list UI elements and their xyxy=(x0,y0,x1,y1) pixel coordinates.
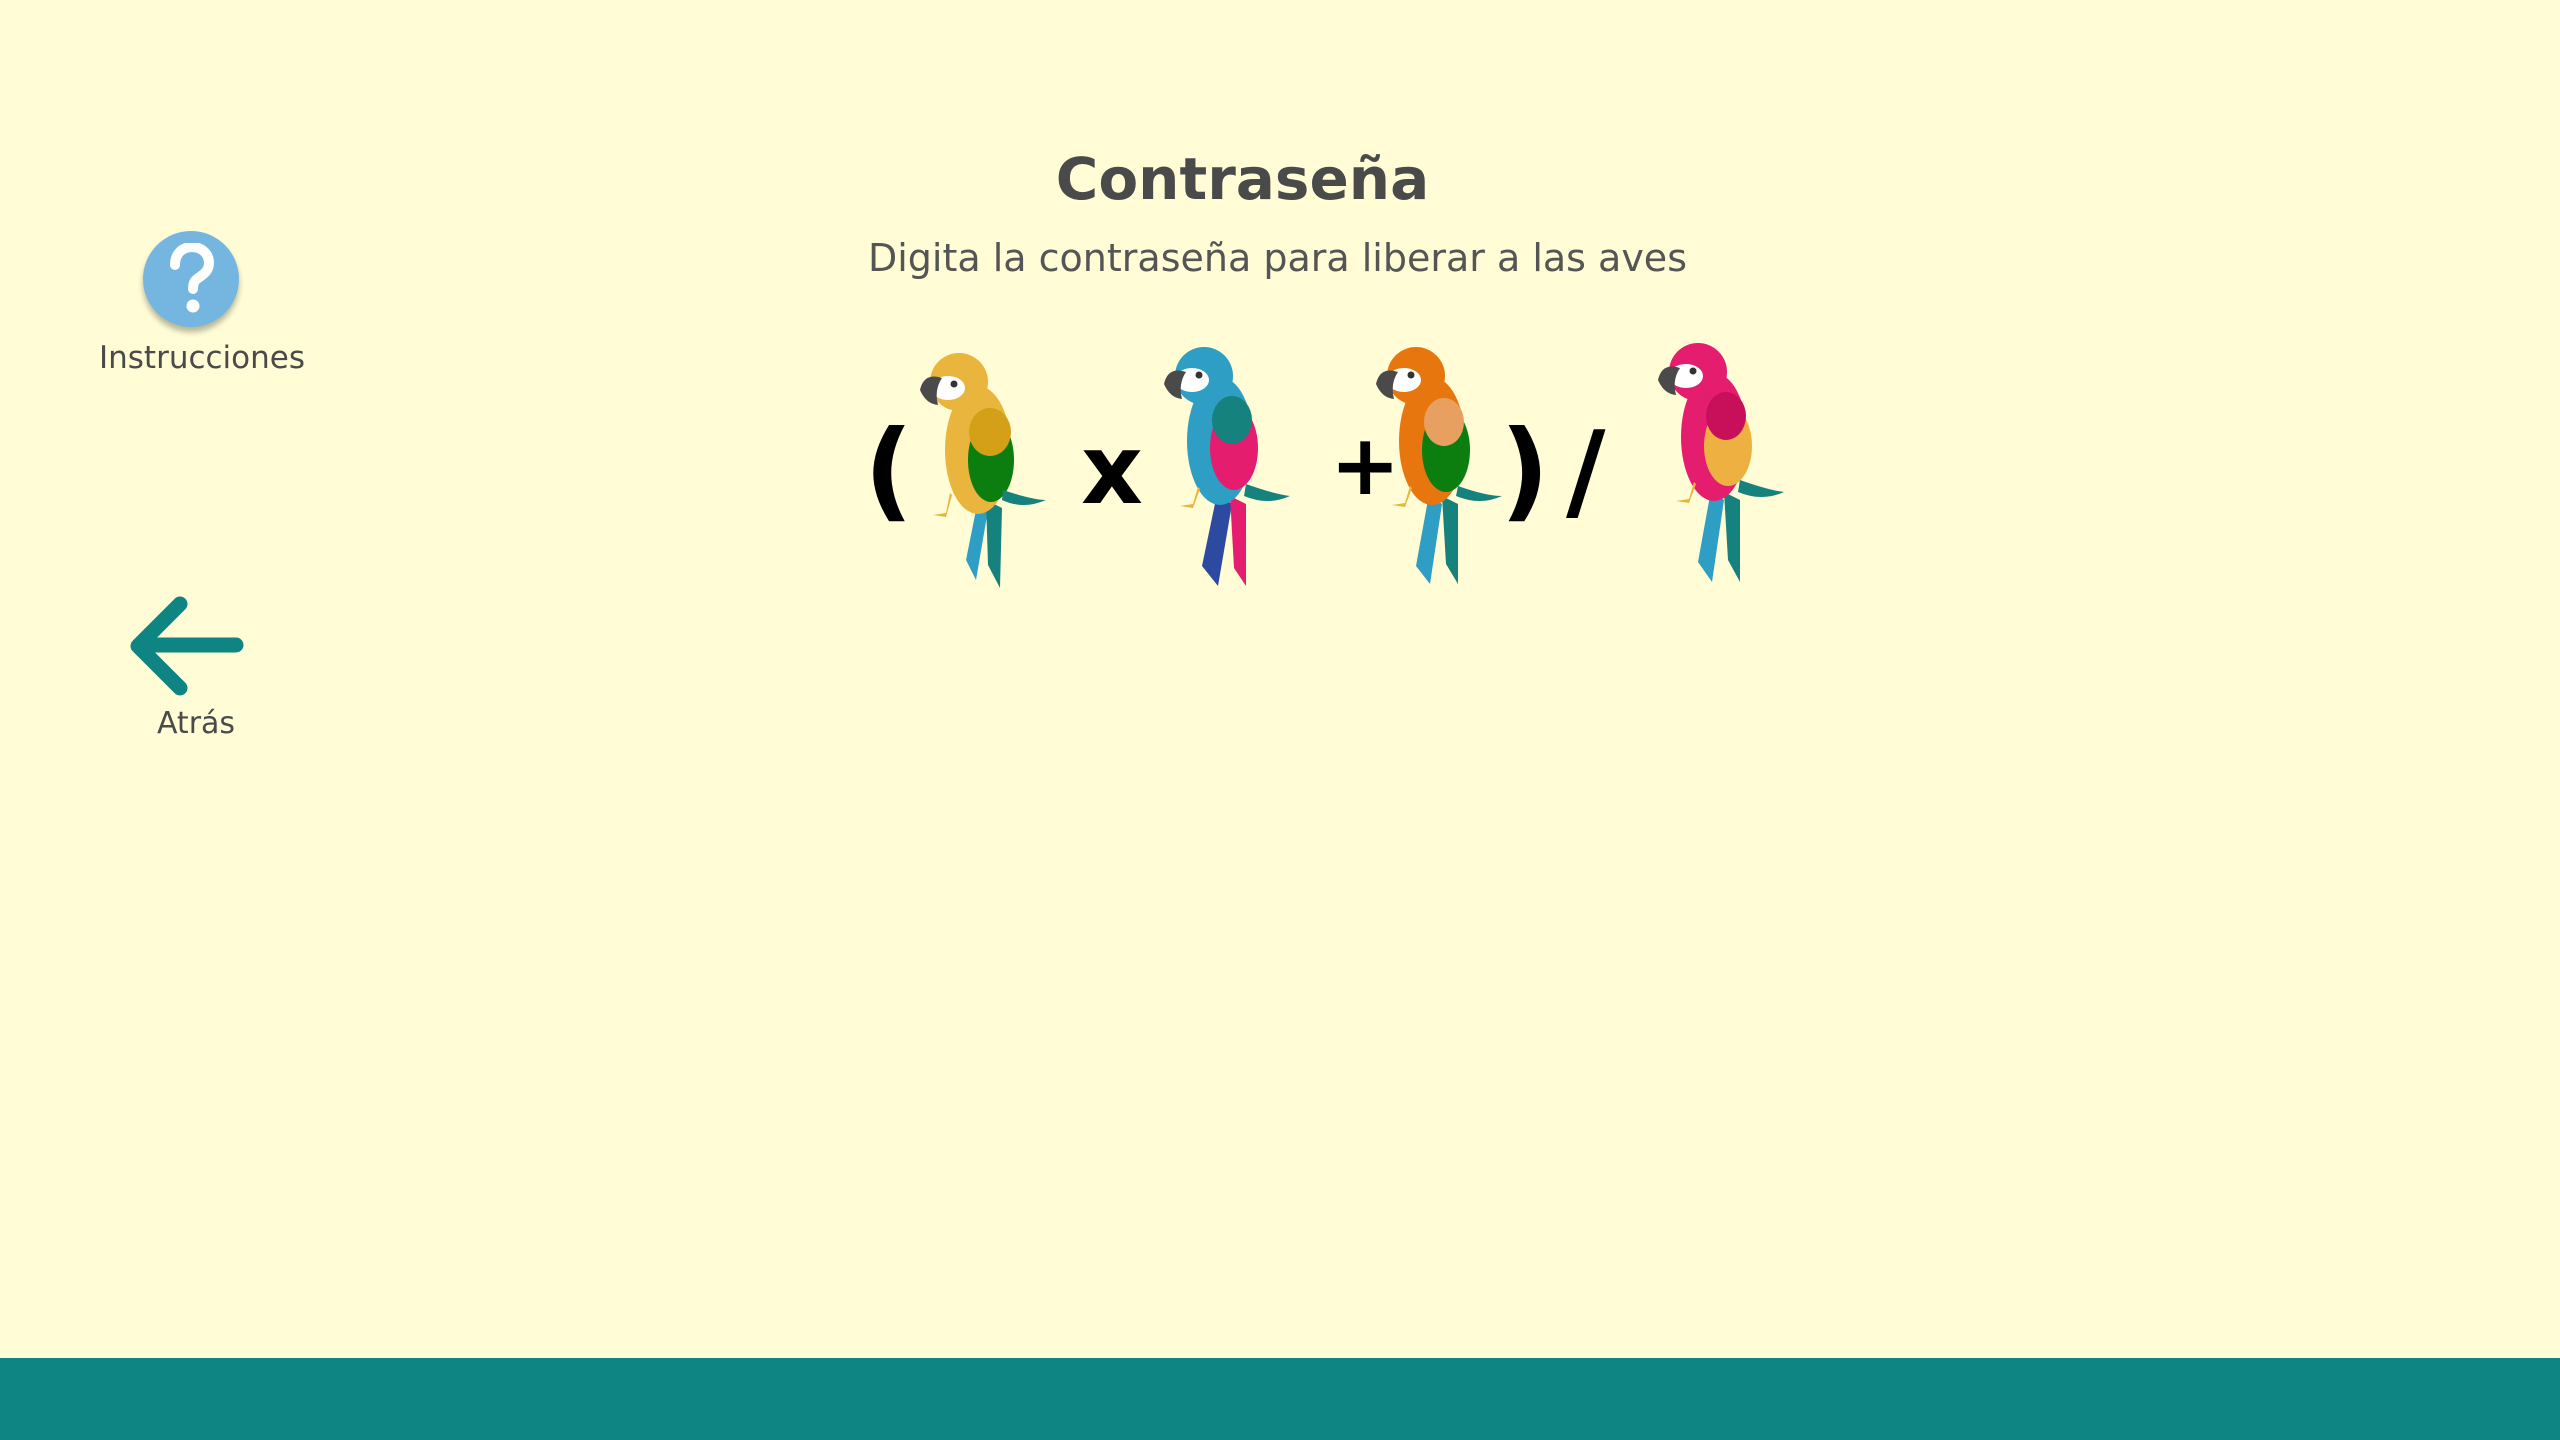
footer-bar xyxy=(0,1358,2560,1440)
question-mark-icon xyxy=(170,243,215,313)
instructions-button[interactable] xyxy=(143,231,239,327)
page-title: Contraseña xyxy=(1055,145,1430,213)
pink-parrot-icon xyxy=(1658,343,1784,582)
blue-parrot-icon xyxy=(1164,347,1290,586)
open-paren-symbol: ( xyxy=(864,408,914,533)
page-subtitle: Digita la contraseña para liberar a las … xyxy=(867,236,1687,280)
arrow-left-icon xyxy=(130,596,244,696)
password-equation: ( x +) / xyxy=(0,330,2560,590)
back-button[interactable] xyxy=(128,596,244,696)
times-symbol: x xyxy=(1081,414,1143,526)
back-label: Atrás xyxy=(156,706,236,741)
orange-parrot-icon xyxy=(1376,347,1502,584)
divide-symbol: / xyxy=(1566,409,1606,534)
yellow-parrot-icon xyxy=(920,353,1046,588)
password-screen: Contraseña Digita la contraseña para lib… xyxy=(0,0,2560,1440)
close-paren-symbol: ) xyxy=(1500,408,1550,533)
